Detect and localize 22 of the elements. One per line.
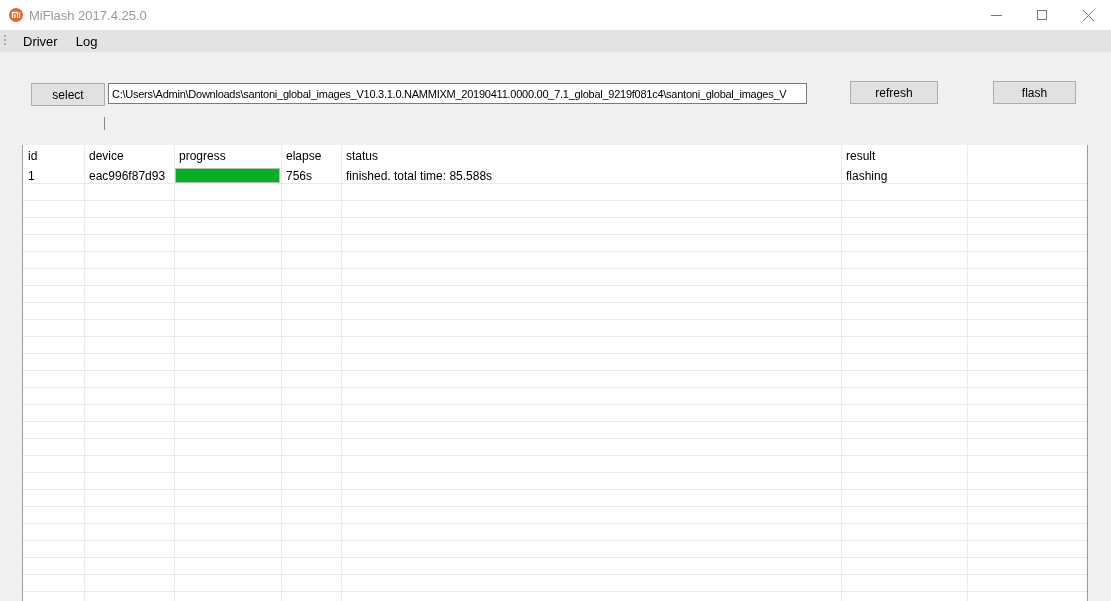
flash-button[interactable]: flash xyxy=(993,81,1076,104)
column-header[interactable]: elapse xyxy=(286,149,322,163)
path-field[interactable]: C:\Users\Admin\Downloads\santoni_global_images_V10.3.1.0.NAMMIXM_20190411.0000.00_7.1_global_9219f081c4\santoni_global_images_V xyxy=(108,83,807,104)
menu-item[interactable]: Log xyxy=(66,33,107,49)
table-cell: 756s xyxy=(286,168,313,183)
minimize-icon[interactable] xyxy=(990,14,1002,16)
close-icon[interactable] xyxy=(1082,9,1094,21)
app-logo-icon xyxy=(9,8,23,22)
column-header[interactable]: status xyxy=(346,149,378,163)
maximize-icon[interactable] xyxy=(1037,10,1047,20)
menu-item[interactable]: Driver xyxy=(14,33,67,49)
column-header[interactable]: progress xyxy=(179,149,226,163)
select-button[interactable]: select xyxy=(31,83,105,106)
column-header[interactable]: result xyxy=(846,149,876,163)
table-cell: 1 xyxy=(28,168,35,183)
column-header[interactable]: device xyxy=(89,149,124,163)
table-cell: flashing xyxy=(846,168,888,183)
table-cell: eac996f87d93 xyxy=(89,168,166,183)
refresh-button[interactable]: refresh xyxy=(850,81,938,104)
window-title: MiFlash 2017.4.25.0 xyxy=(29,7,147,23)
column-header[interactable]: id xyxy=(28,149,38,163)
table-cell: finished. total time: 85.588s xyxy=(346,168,493,183)
